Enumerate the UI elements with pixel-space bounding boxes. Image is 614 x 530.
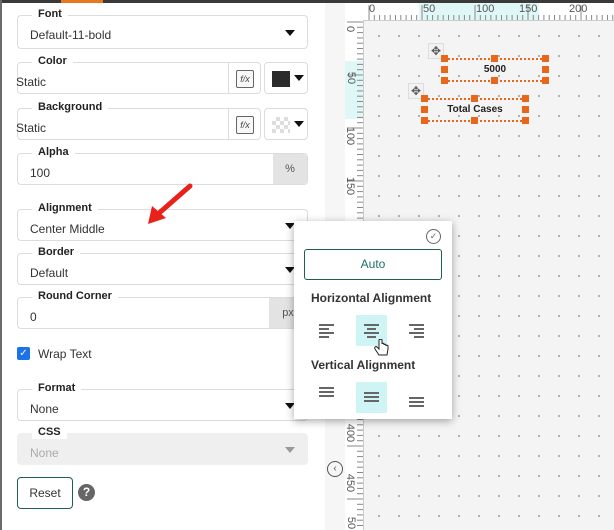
chevron-down-icon [285, 30, 295, 36]
valign-top-button[interactable] [311, 382, 342, 413]
color-field[interactable]: Color Static f/x [16, 54, 261, 94]
ruler-label: 100 [476, 3, 495, 15]
align-left-icon [319, 324, 334, 340]
ruler-label: 150 [345, 176, 357, 196]
css-select: CSS None [17, 425, 308, 465]
align-right-button[interactable] [401, 315, 432, 346]
transparent-swatch-icon [272, 117, 290, 133]
border-value: Default [30, 266, 69, 280]
alignment-popup: ✓ Auto Horizontal Alignment Vertical Ali… [294, 221, 452, 419]
horizontal-ruler: 0 50 100 150 200 [345, 3, 614, 21]
resize-handle[interactable] [471, 95, 478, 102]
resize-handle[interactable] [421, 106, 428, 113]
background-value: Static [16, 121, 47, 135]
element-text: Total Cases [447, 104, 503, 115]
ruler-label: 0 [345, 25, 357, 33]
resize-handle[interactable] [542, 66, 549, 73]
hand-cursor-icon [374, 339, 389, 356]
alignment-label: Alignment [32, 201, 98, 215]
resize-handle[interactable] [421, 95, 428, 102]
background-field[interactable]: Background Static f/x [16, 100, 261, 140]
valign-top-icon [319, 387, 334, 399]
alignment-value: Center Middle [30, 222, 105, 236]
valign-middle-button[interactable] [356, 382, 387, 413]
auto-alignment-button[interactable]: Auto [304, 249, 442, 280]
css-label: CSS [32, 425, 67, 439]
align-left-button[interactable] [311, 315, 342, 346]
background-picker[interactable] [264, 108, 308, 140]
ruler-label: 50 [345, 71, 358, 85]
resize-handle[interactable] [421, 117, 428, 124]
round-corner-field[interactable]: Round Corner 0 px [17, 289, 308, 329]
resize-handle[interactable] [441, 55, 448, 62]
font-label: Font [32, 7, 68, 21]
border-select[interactable]: Border Default [17, 245, 308, 285]
ruler-label: 50 [345, 516, 358, 530]
ruler-label: 450 [345, 473, 357, 493]
resize-handle[interactable] [542, 55, 549, 62]
resize-handle[interactable] [522, 106, 529, 113]
resize-handle[interactable] [441, 66, 448, 73]
border-label: Border [32, 245, 81, 259]
align-center-icon [364, 324, 379, 340]
font-select[interactable]: Font Default-11-bold [17, 7, 308, 49]
valign-middle-icon [364, 392, 379, 404]
align-right-icon [409, 324, 424, 340]
chevron-down-icon [294, 121, 304, 127]
color-swatch [272, 71, 290, 87]
formula-icon: f/x [236, 70, 254, 88]
ruler-label: 100 [345, 126, 357, 146]
ruler-label: 400 [345, 423, 357, 443]
css-value: None [30, 446, 59, 460]
chevron-down-icon [294, 75, 304, 81]
alpha-value: 100 [30, 166, 51, 180]
background-formula-button[interactable]: f/x [228, 109, 260, 139]
formula-icon: f/x [236, 116, 254, 134]
resize-handle[interactable] [491, 77, 498, 84]
resize-handle[interactable] [491, 55, 498, 62]
round-corner-label: Round Corner [32, 289, 118, 303]
vertical-alignment-title: Vertical Alignment [311, 358, 416, 372]
round-corner-value: 0 [30, 310, 37, 324]
format-select[interactable]: Format None [17, 381, 308, 421]
ruler-label: 150 [519, 3, 538, 15]
help-icon[interactable]: ? [78, 484, 95, 501]
wrap-text-checkbox[interactable]: ✓ [17, 347, 30, 360]
resize-handle[interactable] [522, 117, 529, 124]
color-value: Static [16, 75, 47, 89]
collapse-panel-icon[interactable]: ‹ [327, 461, 343, 477]
valign-bottom-button[interactable] [401, 382, 432, 413]
format-value: None [30, 402, 59, 416]
element-text: 5000 [483, 64, 507, 75]
ruler-label: 200 [569, 3, 588, 15]
resize-handle[interactable] [471, 117, 478, 124]
resize-handle[interactable] [542, 77, 549, 84]
ruler-label: 0 [369, 3, 376, 15]
format-label: Format [32, 381, 82, 395]
check-circle-icon[interactable]: ✓ [426, 229, 441, 244]
wrap-text-label: Wrap Text [38, 347, 92, 361]
resize-handle[interactable] [522, 95, 529, 102]
horizontal-alignment-title: Horizontal Alignment [311, 291, 432, 305]
chevron-down-icon [285, 447, 295, 453]
color-formula-button[interactable]: f/x [228, 63, 260, 93]
valign-bottom-icon [409, 397, 424, 409]
red-annotation-arrow [148, 183, 193, 224]
background-label: Background [32, 100, 109, 114]
reset-button[interactable]: Reset [17, 477, 73, 509]
color-picker[interactable] [264, 62, 308, 94]
color-label: Color [32, 54, 73, 68]
alpha-label: Alpha [32, 145, 75, 159]
alpha-unit: % [273, 154, 307, 184]
font-value: Default-11-bold [30, 28, 112, 42]
resize-handle[interactable] [441, 77, 448, 84]
ruler-label: 50 [423, 3, 436, 15]
